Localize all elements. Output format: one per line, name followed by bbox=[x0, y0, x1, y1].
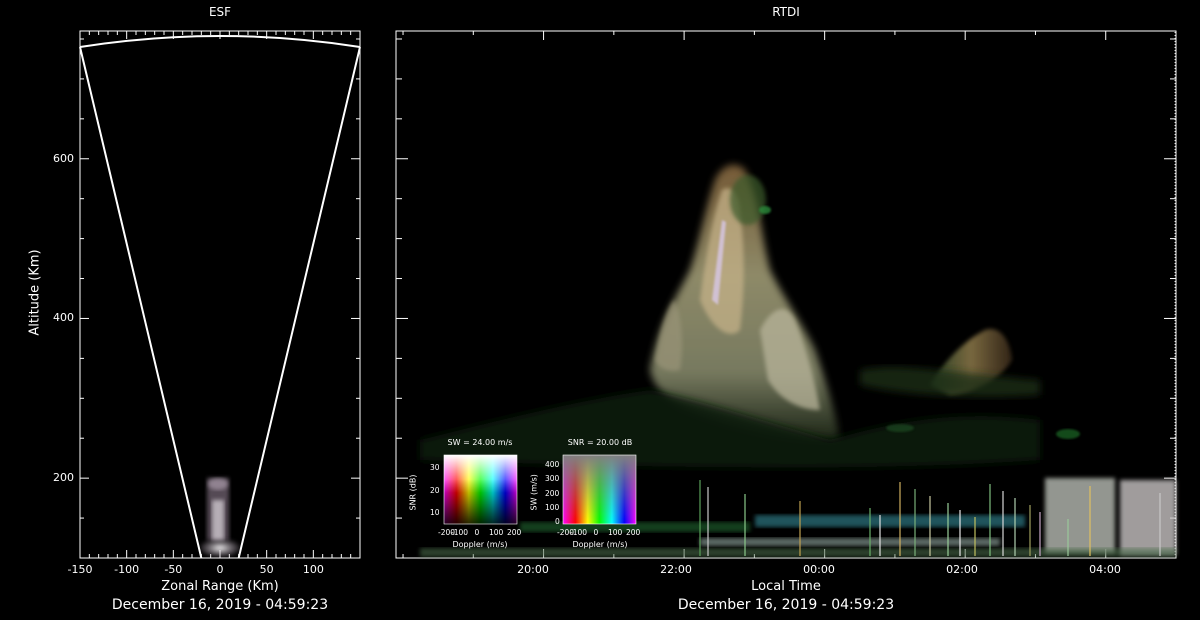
colorbar-snr-ytick-200: 200 bbox=[545, 489, 560, 498]
esf-ylabel: Altitude (Km) bbox=[27, 249, 43, 336]
esf-echo bbox=[200, 478, 240, 557]
esf-xtick-label: -150 bbox=[67, 563, 93, 576]
rtdi-secondary-plume bbox=[860, 329, 1040, 397]
rtdi-xlabel: Local Time bbox=[751, 579, 821, 594]
esf-echo-top bbox=[208, 478, 228, 490]
plume-green-speckle bbox=[759, 206, 771, 214]
rtdi-date: December 16, 2019 - 04:59:23 bbox=[677, 597, 895, 613]
colorbar-snr-title: SNR = 20.00 dB bbox=[567, 438, 633, 447]
colorbar-sw-xlabel: Doppler (m/s) bbox=[452, 540, 508, 549]
esf-xtick-label: 0 bbox=[216, 563, 224, 576]
esf-beam-right-edge bbox=[237, 46, 361, 559]
colorbar-sw-ytick-10: 10 bbox=[430, 508, 440, 517]
figure-canvas bbox=[79, 30, 1177, 559]
esf-title: ESF bbox=[208, 5, 232, 19]
esf-echo-core bbox=[212, 500, 224, 540]
colorbar-sw-title: SW = 24.00 m/s bbox=[447, 438, 513, 447]
colorbar-sw-xtick: 200 bbox=[507, 528, 522, 537]
colorbar-sw-ytick-30: 30 bbox=[430, 463, 440, 472]
colorbar-snr-grey bbox=[563, 455, 636, 524]
esf-ytick-label: 600 bbox=[53, 151, 74, 165]
rtdi-panel bbox=[395, 30, 1177, 559]
esf-xlabel: Zonal Range (Km) bbox=[161, 579, 279, 594]
bottom-layer-block-2 bbox=[1120, 480, 1176, 555]
colorbar-snr-ytick-0: 0 bbox=[555, 517, 560, 526]
plume-left-lobe bbox=[655, 300, 683, 371]
colorbar-sw-ylabel: SNR (dB) bbox=[408, 474, 418, 511]
esf-panel bbox=[79, 30, 361, 559]
rtdi-xtick-label: 00:00 bbox=[803, 563, 835, 576]
esf-echo-base bbox=[200, 539, 240, 557]
bottom-layer-floor bbox=[420, 548, 1176, 557]
bottom-layer-cyan-band bbox=[755, 515, 1025, 527]
esf-xtick-label: 100 bbox=[302, 563, 324, 576]
rtdi-xtick-label: 04:00 bbox=[1089, 563, 1121, 576]
colorbar-snr-ylabel: SW (m/s) bbox=[529, 474, 539, 511]
colorbar-snr-ytick-300: 300 bbox=[545, 474, 560, 483]
plume-top-speckle bbox=[730, 175, 766, 225]
rtdi-xtick-label: 02:00 bbox=[946, 563, 978, 576]
esf-ytick-label: 200 bbox=[53, 471, 74, 485]
esf-xtick-label: -50 bbox=[164, 563, 183, 576]
esf-xtick-label: -100 bbox=[114, 563, 140, 576]
colorbar-sw bbox=[443, 454, 518, 525]
esf-ytick-label: 400 bbox=[53, 311, 74, 325]
colorbar-sw-ytick-20: 20 bbox=[430, 486, 440, 495]
secondary-plume-band bbox=[860, 367, 1040, 397]
rtdi-title: RTDI bbox=[772, 5, 800, 19]
colorbar-snr-xtick: 100 bbox=[608, 528, 623, 537]
colorbar-snr bbox=[562, 454, 637, 525]
esf-date: December 16, 2019 - 04:59:23 bbox=[111, 597, 329, 613]
colorbar-snr-xlabel: Doppler (m/s) bbox=[572, 540, 628, 549]
colorbar-snr-xtick: 200 bbox=[626, 528, 641, 537]
rtdi-xtick-label: 20:00 bbox=[517, 563, 549, 576]
esf-xtick-label: 50 bbox=[259, 563, 274, 576]
colorbar-sw-xtick: 0 bbox=[474, 528, 480, 537]
colorbar-sw-xtick: 100 bbox=[489, 528, 504, 537]
colorbar-snr-ytick-400: 400 bbox=[545, 460, 560, 469]
esf-beam-left-edge bbox=[79, 46, 203, 559]
colorbar-snr-ytick-100: 100 bbox=[545, 503, 560, 512]
colorbar-snr-xtick: 0 bbox=[593, 528, 599, 537]
rtdi-xtick-label: 22:00 bbox=[660, 563, 692, 576]
bottom-layer-block bbox=[1045, 478, 1115, 553]
colorbar-snr-xtick: -100 bbox=[570, 528, 588, 537]
colorbar-sw-black bbox=[444, 455, 517, 524]
rtdi-green-patch bbox=[1056, 429, 1080, 439]
rtdi-green-patch-2 bbox=[886, 424, 914, 432]
colorbar-sw-xtick: -100 bbox=[451, 528, 469, 537]
